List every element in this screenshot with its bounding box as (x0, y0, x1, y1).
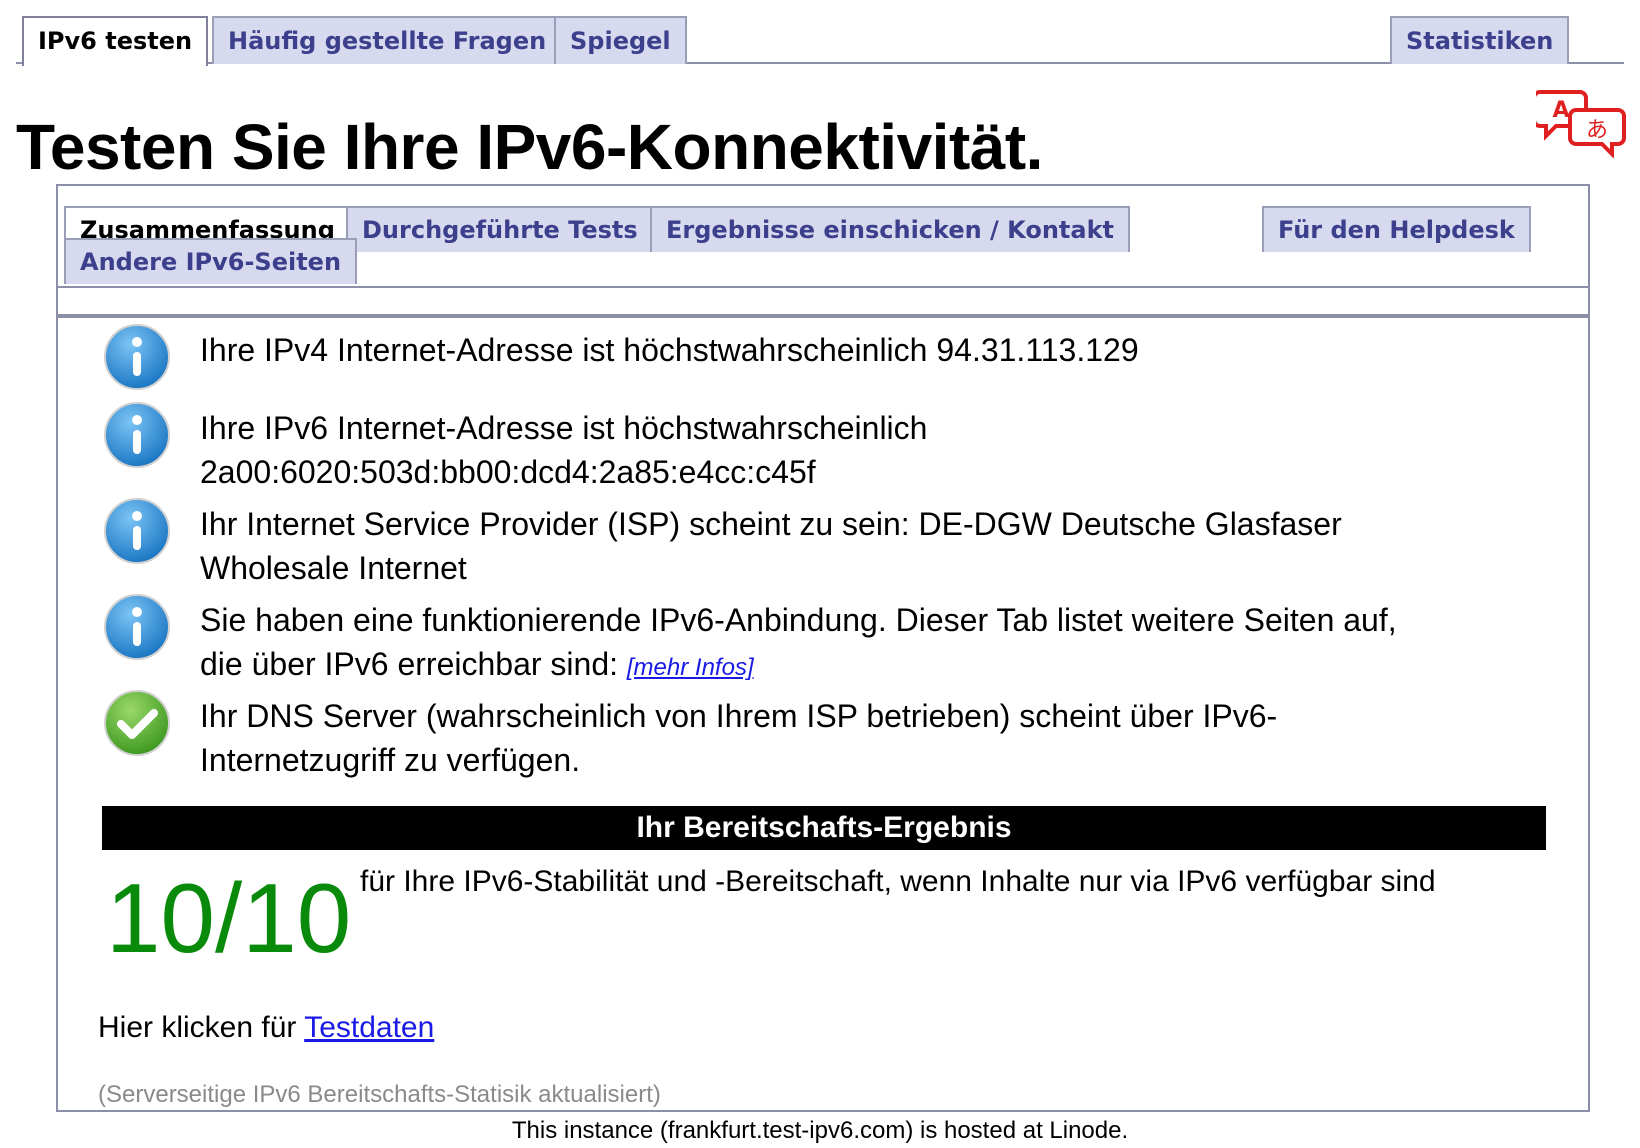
tab-faq[interactable]: Häufig gestellte Fragen (212, 16, 563, 64)
text-line: Ihre IPv6 Internet-Adresse ist höchstwah… (200, 410, 928, 446)
top-tab-bar: IPv6 testen Häufig gestellte Fragen Spie… (16, 16, 1624, 66)
tab-submit-contact[interactable]: Ergebnisse einschicken / Kontakt (650, 206, 1131, 252)
tab-tests[interactable]: Durchgeführte Tests (346, 206, 654, 252)
testdata-prefix: Hier klicken für (98, 1011, 297, 1044)
stats-note: (Serverseitige IPv6 Bereitschafts-Statis… (98, 1081, 661, 1108)
info-icon (104, 402, 170, 468)
testdata-line: Hier klicken für Testdaten (98, 1008, 434, 1048)
tab-ipv6-test[interactable]: IPv6 testen (22, 16, 209, 66)
text-line: Wholesale Internet (200, 550, 467, 586)
text-line: Ihr DNS Server (wahrscheinlich von Ihrem… (200, 698, 1278, 734)
result-text: Ihre IPv4 Internet-Adresse ist höchstwah… (200, 332, 1139, 368)
divider (58, 286, 1588, 288)
inner-tab-bar: Zusammenfassung Durchgeführte Tests Erge… (58, 186, 1588, 286)
svg-text:あ: あ (1586, 118, 1608, 143)
svg-text:A: A (1552, 98, 1569, 123)
tab-other-ipv6-sites[interactable]: Andere IPv6-Seiten (64, 238, 358, 284)
result-text: Ihre IPv6 Internet-Adresse ist höchstwah… (200, 406, 1548, 494)
tab-statistics[interactable]: Statistiken (1390, 16, 1570, 64)
tab-helpdesk[interactable]: Für den Helpdesk (1262, 206, 1531, 252)
info-icon (104, 594, 170, 660)
text-line: 2a00:6020:503d:bb00:dcd4:2a85:e4cc:c45f (200, 454, 816, 490)
tab-summary[interactable]: Zusammenfassung (64, 206, 351, 240)
readiness-description: für Ihre IPv6-Stabilität und -Bereitscha… (360, 865, 1436, 898)
footer: This instance (frankfurt.test-ipv6.com) … (511, 1117, 1129, 1144)
testdata-link[interactable]: Testdaten (304, 1011, 434, 1044)
page-title: Testen Sie Ihre IPv6-Konnektivität. (16, 111, 1043, 183)
tab-mirror[interactable]: Spiegel (554, 16, 687, 64)
text-line: Sie haben eine funktionierende IPv6-Anbi… (200, 602, 1397, 638)
text-segment: die über IPv6 erreichbar sind: (200, 646, 618, 682)
result-text: Ihr Internet Service Provider (ISP) sche… (200, 502, 1548, 590)
readiness-score: 10/10 (106, 863, 352, 973)
result-text: Ihr DNS Server (wahrscheinlich von Ihrem… (200, 694, 1548, 782)
text-line: Ihr Internet Service Provider (ISP) sche… (200, 506, 1342, 542)
info-icon (104, 324, 170, 390)
results-panel: Zusammenfassung Durchgeführte Tests Erge… (56, 184, 1590, 1112)
info-icon (104, 498, 170, 564)
translate-icon[interactable]: A あ (1536, 88, 1626, 158)
readiness-header: Ihr Bereitschafts-Ergebnis (102, 806, 1546, 850)
more-info-link[interactable]: [mehr Infos] (627, 654, 754, 681)
text-line: Internetzugriff zu verfügen. (200, 742, 581, 778)
divider (58, 314, 1588, 318)
check-icon (104, 690, 170, 756)
text-line: die über IPv6 erreichbar sind: [mehr Inf… (200, 642, 1548, 690)
result-text: Sie haben eine funktionierende IPv6-Anbi… (200, 598, 1548, 690)
